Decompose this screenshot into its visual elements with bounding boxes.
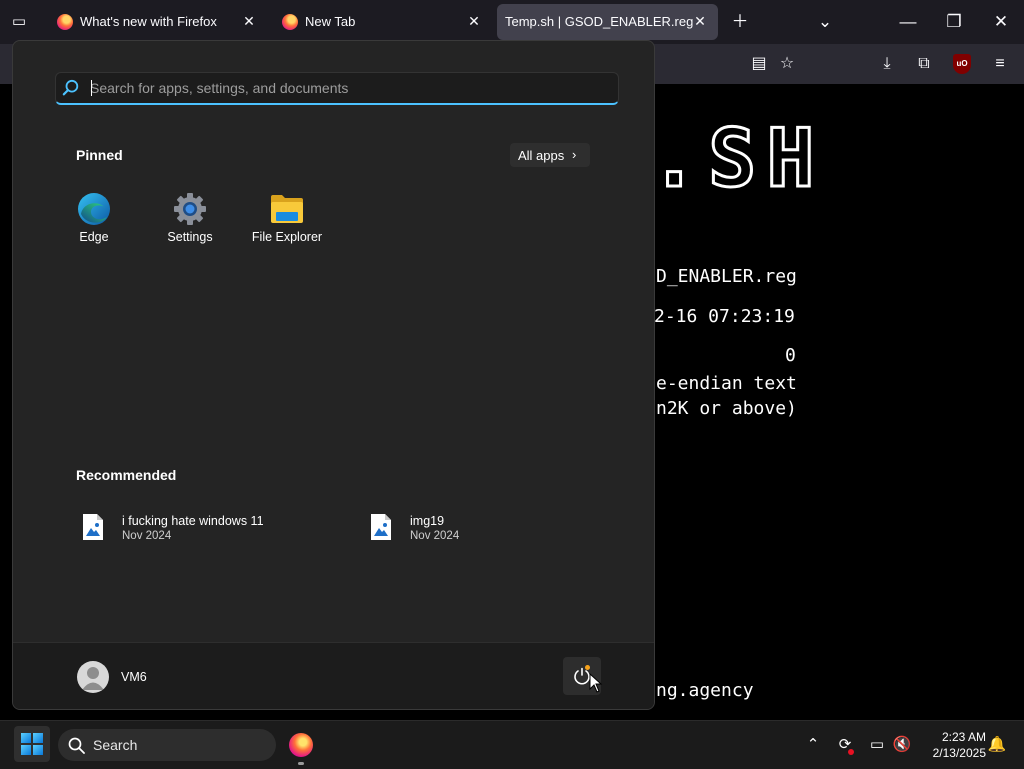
sync-error-badge-icon xyxy=(848,749,854,755)
terminal-line: 0 xyxy=(785,345,796,366)
mouse-cursor-icon xyxy=(589,673,603,693)
tab-list-icon[interactable]: ▭ xyxy=(8,11,30,33)
pinned-title: Pinned xyxy=(76,147,123,163)
app-label: File Explorer xyxy=(251,230,323,244)
ascii-banner: .SH xyxy=(649,112,825,205)
taskbar-search[interactable]: Search xyxy=(58,729,276,761)
network-icon[interactable]: ▭ xyxy=(867,735,887,755)
firefox-taskbar-icon[interactable] xyxy=(289,733,313,757)
start-menu: Pinned All apps › Edge xyxy=(12,40,655,710)
user-icon xyxy=(82,667,104,690)
pinned-app-settings[interactable]: Settings xyxy=(142,191,238,251)
tab-title: What's new with Firefox xyxy=(80,14,217,29)
image-file-icon xyxy=(371,514,391,540)
app-label: Settings xyxy=(167,230,213,244)
gear-icon xyxy=(174,193,206,225)
restore-icon[interactable]: ❐ xyxy=(940,8,968,36)
window-close-icon[interactable]: ✕ xyxy=(987,8,1015,36)
terminal-line: D_ENABLER.reg xyxy=(656,266,797,287)
notification-bell-icon[interactable]: 🔔 xyxy=(987,735,1007,755)
ublock-origin-icon[interactable]: uO xyxy=(953,54,971,74)
recommended-item-name: i fucking hate windows 11 xyxy=(122,514,264,528)
recommended-item-date: Nov 2024 xyxy=(410,530,460,542)
menu-icon[interactable]: ≡ xyxy=(989,53,1011,75)
recommended-title: Recommended xyxy=(76,467,177,483)
start-button[interactable] xyxy=(14,726,50,762)
firefox-icon xyxy=(57,14,73,30)
running-indicator xyxy=(298,762,304,765)
terminal-line: ng.agency xyxy=(656,680,754,701)
close-icon[interactable]: ✕ xyxy=(690,11,710,31)
image-file-icon xyxy=(83,514,103,540)
tab-new-tab[interactable]: New Tab ✕ xyxy=(270,4,492,40)
start-menu-footer: VM6 xyxy=(13,642,654,709)
chevron-down-icon[interactable]: ⌄ xyxy=(811,8,839,36)
terminal-line: 2-16 07:23:19 xyxy=(654,306,795,327)
taskbar: Search ⌃ ⟳ ▭ 🔇 2:23 AM 2/13/2025 🔔 xyxy=(0,720,1024,769)
start-search-input[interactable] xyxy=(90,73,610,103)
tab-title: Temp.sh | GSOD_ENABLER.reg xyxy=(505,14,694,29)
pinned-app-edge[interactable]: Edge xyxy=(46,191,142,251)
download-icon[interactable]: ⤓ xyxy=(876,53,898,75)
chevron-up-icon[interactable]: ⌃ xyxy=(803,735,823,755)
extensions-icon[interactable]: ⧉ xyxy=(913,53,935,75)
terminal-line: e-endian text xyxy=(656,373,797,394)
tab-whats-new[interactable]: What's new with Firefox ✕ xyxy=(45,4,267,40)
clock[interactable]: 2:23 AM 2/13/2025 xyxy=(914,729,986,761)
reader-view-icon[interactable]: ▤ xyxy=(748,53,770,75)
bookmark-star-icon[interactable]: ☆ xyxy=(776,53,798,75)
clock-date: 2/13/2025 xyxy=(932,746,986,760)
taskbar-search-label: Search xyxy=(93,737,138,753)
edge-icon xyxy=(78,193,110,225)
recommended-item-date: Nov 2024 xyxy=(122,530,172,542)
folder-icon xyxy=(271,195,303,223)
start-search-box[interactable] xyxy=(55,72,619,105)
avatar[interactable] xyxy=(77,661,109,693)
update-badge-icon xyxy=(585,665,590,670)
all-apps-button[interactable]: All apps › xyxy=(510,143,590,167)
text-caret xyxy=(91,80,92,96)
clock-time: 2:23 AM xyxy=(941,730,986,744)
recommended-item-name: img19 xyxy=(410,514,445,528)
tab-title: New Tab xyxy=(305,14,356,29)
recommended-item[interactable]: img19 Nov 2024 xyxy=(370,511,610,545)
browser-tab-bar: ▭ What's new with Firefox ✕ New Tab ✕ Te… xyxy=(0,0,1024,44)
windows-logo-icon xyxy=(21,733,43,755)
all-apps-label: All apps xyxy=(518,148,565,163)
volume-muted-icon[interactable]: 🔇 xyxy=(892,735,912,755)
close-icon[interactable]: ✕ xyxy=(464,11,484,31)
pinned-app-file-explorer[interactable]: File Explorer xyxy=(239,191,335,251)
minimize-icon[interactable]: — xyxy=(894,8,922,36)
terminal-line: n2K or above) xyxy=(656,398,797,419)
chevron-right-icon: › xyxy=(572,147,577,162)
search-icon xyxy=(62,79,79,96)
firefox-icon xyxy=(282,14,298,30)
close-icon[interactable]: ✕ xyxy=(239,11,259,31)
app-label: Edge xyxy=(79,230,109,244)
user-name[interactable]: VM6 xyxy=(121,670,147,684)
search-icon xyxy=(68,737,85,754)
recommended-item[interactable]: i fucking hate windows 11 Nov 2024 xyxy=(82,511,322,545)
tab-temp-sh[interactable]: Temp.sh | GSOD_ENABLER.reg ✕ xyxy=(497,4,718,40)
new-tab-plus-icon[interactable]: ＋ xyxy=(726,8,754,36)
